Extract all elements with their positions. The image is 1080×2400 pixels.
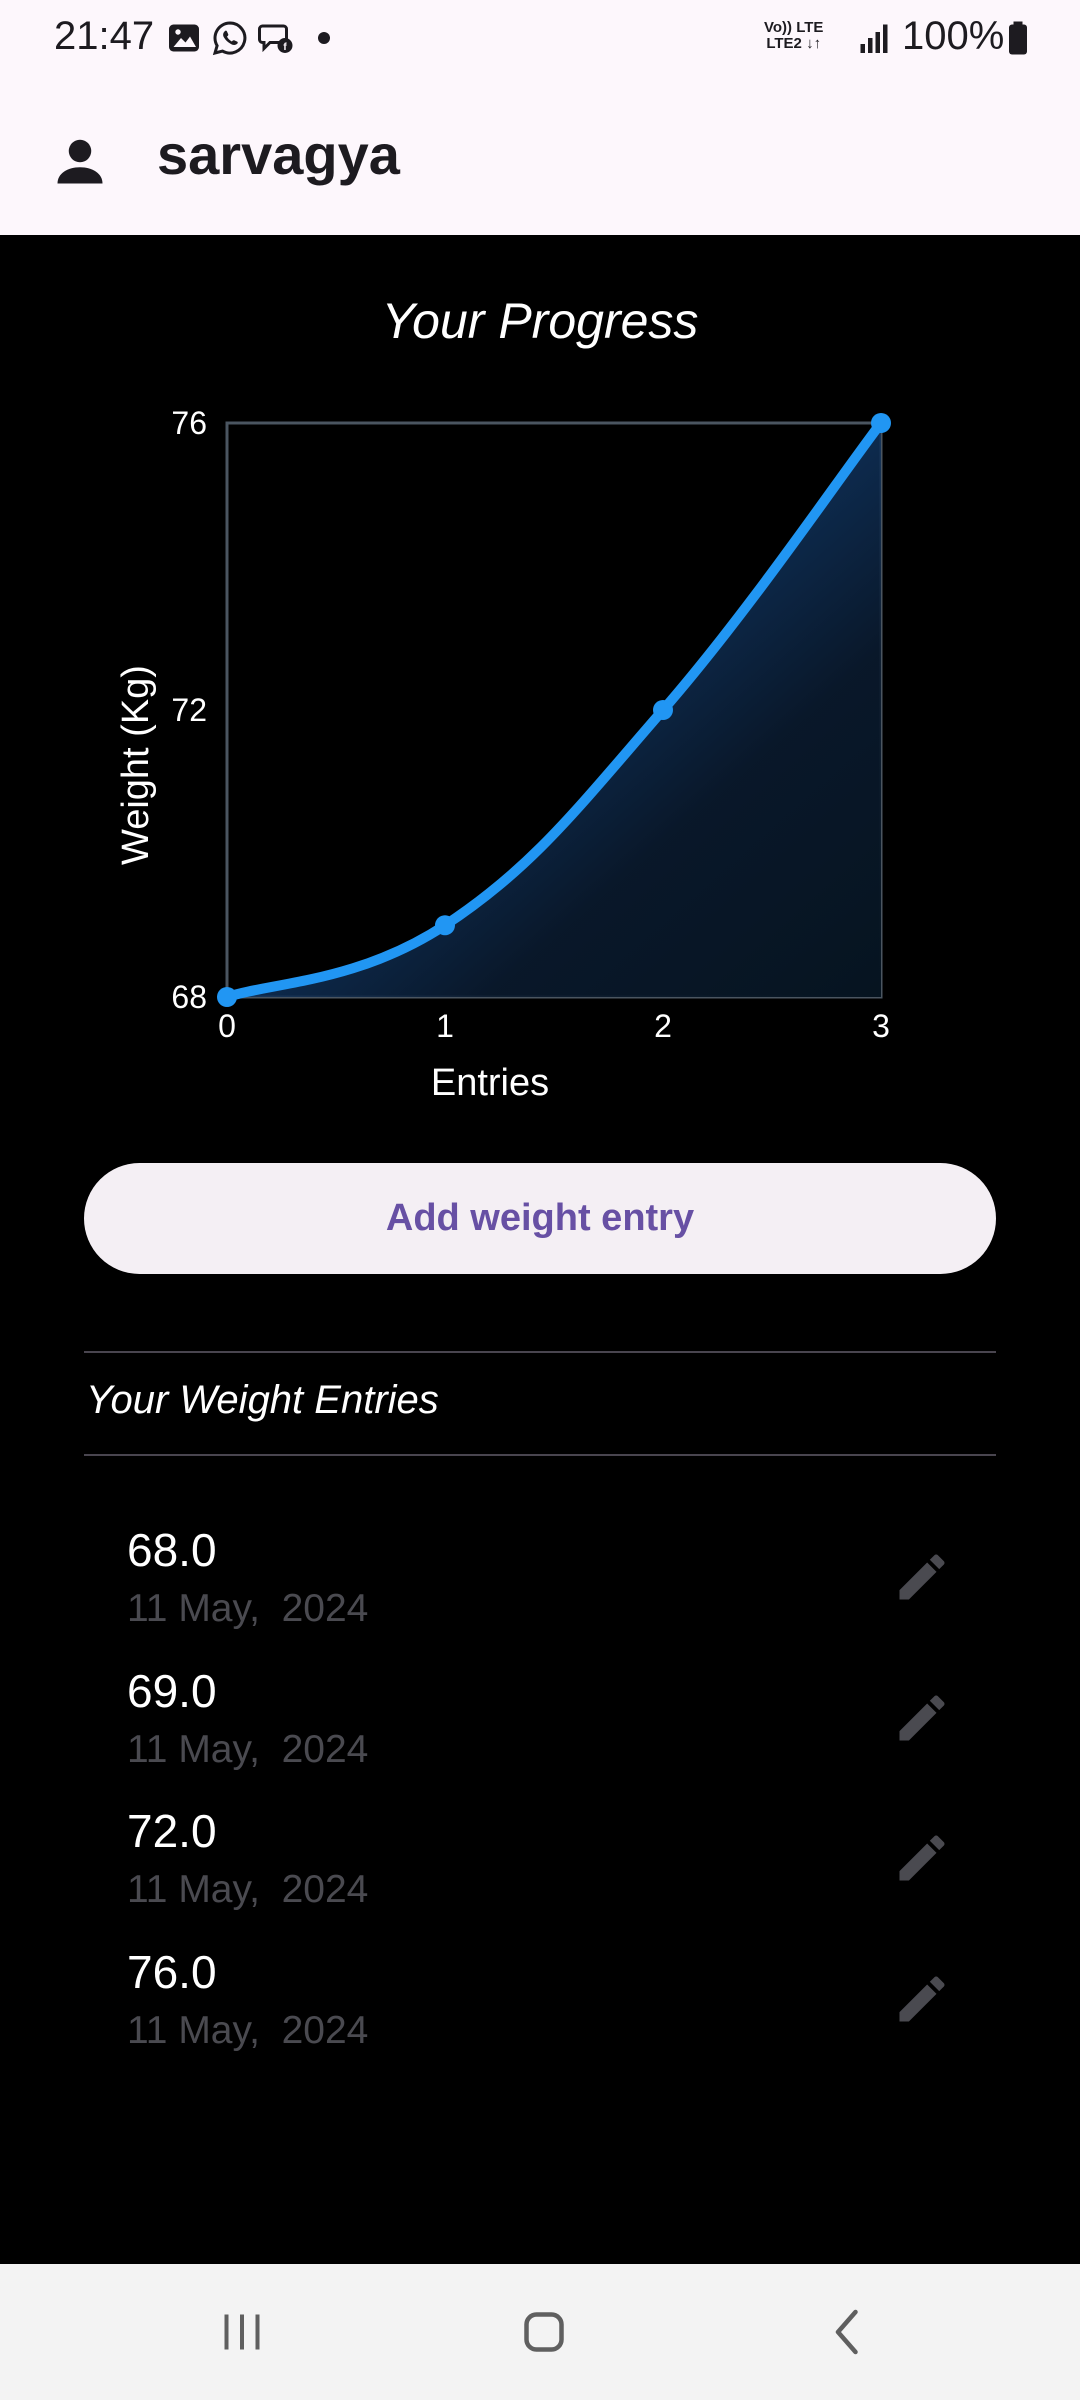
add-weight-entry-button[interactable]: Add weight entry (84, 1163, 996, 1274)
gallery-icon (169, 24, 199, 52)
edit-icon[interactable] (892, 1547, 952, 1607)
edit-icon[interactable] (892, 1828, 952, 1888)
edit-icon[interactable] (892, 1688, 952, 1748)
data-point (871, 413, 891, 433)
data-point (435, 915, 455, 936)
list-item[interactable]: 69.0 11 May, 2024 (84, 1664, 996, 1804)
system-nav-bar (0, 2264, 1080, 2400)
entries-section-title: Your Weight Entries (86, 1378, 439, 1422)
weight-chart: 0 1 2 3 68 72 76 Entries Weight (Kg) (115, 405, 891, 1104)
entry-weight: 76.0 (127, 1946, 217, 1998)
divider-bottom (84, 1454, 996, 1456)
network-label-text: Vo)) LTE LTE2 ↓↑ (764, 19, 824, 52)
list-item[interactable]: 76.0 11 May, 2024 (84, 1945, 996, 2085)
status-bar: 21:47 f Vo)) LTE LTE2 ↓↑ 100% (0, 0, 1080, 78)
person-icon[interactable] (50, 131, 110, 191)
app-title: sarvagya (157, 123, 400, 186)
x-axis-label: Entries (431, 1062, 549, 1104)
x-tick-label: 3 (872, 1008, 890, 1044)
entry-date: 11 May, 2024 (127, 1728, 369, 1771)
battery-percentage: 100% (902, 14, 1005, 58)
y-axis-label: Weight (Kg) (115, 665, 157, 865)
recent-apps-icon[interactable] (212, 2302, 272, 2362)
list-item[interactable]: 68.0 11 May, 2024 (84, 1523, 996, 1663)
x-tick-label: 0 (218, 1008, 236, 1044)
entry-date: 11 May, 2024 (127, 2009, 369, 2052)
network-label: Vo)) LTE LTE2 ↓↑ (764, 20, 823, 52)
y-tick-label: 68 (171, 979, 207, 1015)
list-item[interactable]: 72.0 11 May, 2024 (84, 1804, 996, 1944)
svg-text:f: f (283, 41, 287, 53)
y-tick-label: 72 (171, 692, 207, 728)
battery-icon (1009, 21, 1027, 55)
y-tick-label: 76 (171, 405, 207, 441)
chat-icon: f (258, 24, 293, 53)
signal-icon (860, 24, 888, 53)
entry-date: 11 May, 2024 (127, 1868, 369, 1911)
x-tick-label: 1 (436, 1008, 454, 1044)
data-point (653, 700, 673, 720)
app-bar: sarvagya (0, 95, 1080, 235)
area-fill (227, 423, 881, 997)
edit-icon[interactable] (892, 1969, 952, 2029)
x-tick-label: 2 (654, 1008, 672, 1044)
home-icon[interactable] (514, 2302, 574, 2362)
top-bar: 21:47 f Vo)) LTE LTE2 ↓↑ 100% sarvagya (0, 0, 1080, 235)
whatsapp-icon (212, 21, 247, 56)
entry-weight: 68.0 (127, 1524, 217, 1576)
entry-weight: 69.0 (127, 1665, 217, 1717)
entry-weight: 72.0 (127, 1805, 217, 1857)
add-weight-entry-label: Add weight entry (385, 1197, 695, 1239)
entry-date: 11 May, 2024 (127, 1587, 369, 1630)
notification-dot (318, 32, 330, 44)
divider-top (84, 1351, 996, 1353)
data-point (217, 987, 237, 1007)
status-time: 21:47 (54, 14, 155, 58)
chart-title: Your Progress (381, 293, 699, 349)
back-icon[interactable] (818, 2302, 878, 2362)
